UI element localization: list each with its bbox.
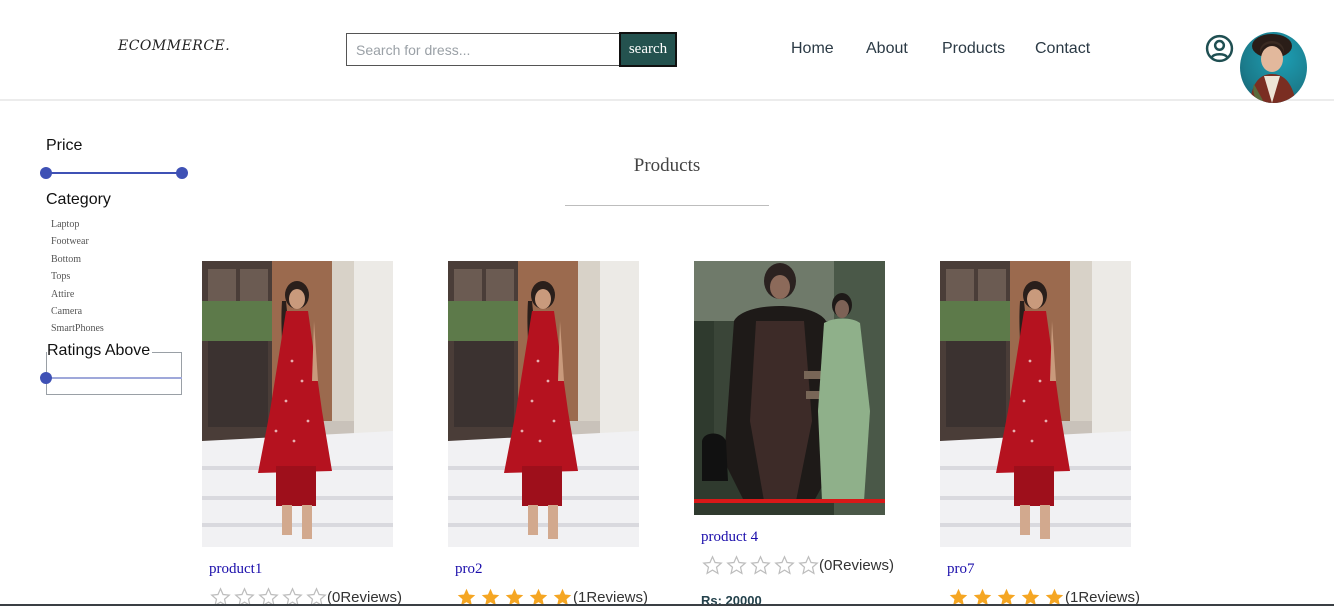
product-reviews-count: (0Reviews)	[327, 588, 403, 606]
category-item-footwear[interactable]: Footwear	[51, 235, 104, 252]
ratings-slider-thumb[interactable]	[40, 372, 52, 384]
price-slider-track[interactable]	[46, 172, 182, 174]
category-item-attire[interactable]: Attire	[51, 288, 104, 305]
product-image[interactable]	[694, 261, 885, 515]
star-empty-icon	[774, 554, 795, 575]
page-title: Products	[633, 155, 701, 176]
product-rating: (1Reviews)	[948, 586, 1140, 606]
star-empty-icon	[798, 554, 819, 575]
category-item-bottom[interactable]: Bottom	[51, 253, 104, 270]
product-reviews-count: (1Reviews)	[1065, 588, 1141, 606]
avatar[interactable]	[1240, 32, 1307, 103]
product-rating: (1Reviews)	[456, 586, 648, 606]
category-list: Laptop Footwear Bottom Tops Attire Camer…	[51, 218, 104, 340]
product-image[interactable]	[448, 261, 639, 547]
price-filter-title: Price	[46, 137, 83, 154]
star-empty-icon	[750, 554, 771, 575]
user-circle-icon[interactable]	[1205, 34, 1234, 63]
product-rating: (0Reviews)	[702, 554, 894, 576]
product-name[interactable]: pro2	[455, 561, 483, 578]
nav-contact[interactable]: Contact	[1035, 40, 1090, 58]
title-divider	[565, 205, 769, 206]
site-logo[interactable]: ECOMMERCE.	[118, 38, 230, 54]
search-button[interactable]: search	[619, 32, 677, 67]
category-item-laptop[interactable]: Laptop	[51, 218, 104, 235]
site-header: ECOMMERCE. search Home About Products Co…	[0, 0, 1334, 103]
star-empty-icon	[702, 554, 723, 575]
ratings-slider-track[interactable]	[46, 377, 182, 379]
product-reviews-count: (1Reviews)	[573, 588, 649, 606]
ratings-filter-title: Ratings Above	[47, 342, 153, 360]
price-slider-max-thumb[interactable]	[176, 167, 188, 179]
product-name[interactable]: product 4	[701, 529, 758, 546]
product-reviews-count: (0Reviews)	[819, 556, 895, 574]
star-empty-icon	[726, 554, 747, 575]
nav-home[interactable]: Home	[791, 40, 834, 58]
product-name[interactable]: product1	[209, 561, 262, 578]
search-input[interactable]	[346, 33, 619, 66]
product-name[interactable]: pro7	[947, 561, 975, 578]
search-bar: search	[346, 32, 677, 67]
product-image[interactable]	[940, 261, 1131, 547]
category-item-camera[interactable]: Camera	[51, 305, 104, 322]
price-slider-min-thumb[interactable]	[40, 167, 52, 179]
nav-about[interactable]: About	[866, 40, 908, 58]
product-rating: (0Reviews)	[210, 586, 402, 606]
category-filter-title: Category	[46, 191, 111, 208]
nav-products[interactable]: Products	[942, 40, 1005, 58]
category-item-smartphones[interactable]: SmartPhones	[51, 322, 104, 339]
category-item-tops[interactable]: Tops	[51, 270, 104, 287]
product-image[interactable]	[202, 261, 393, 547]
